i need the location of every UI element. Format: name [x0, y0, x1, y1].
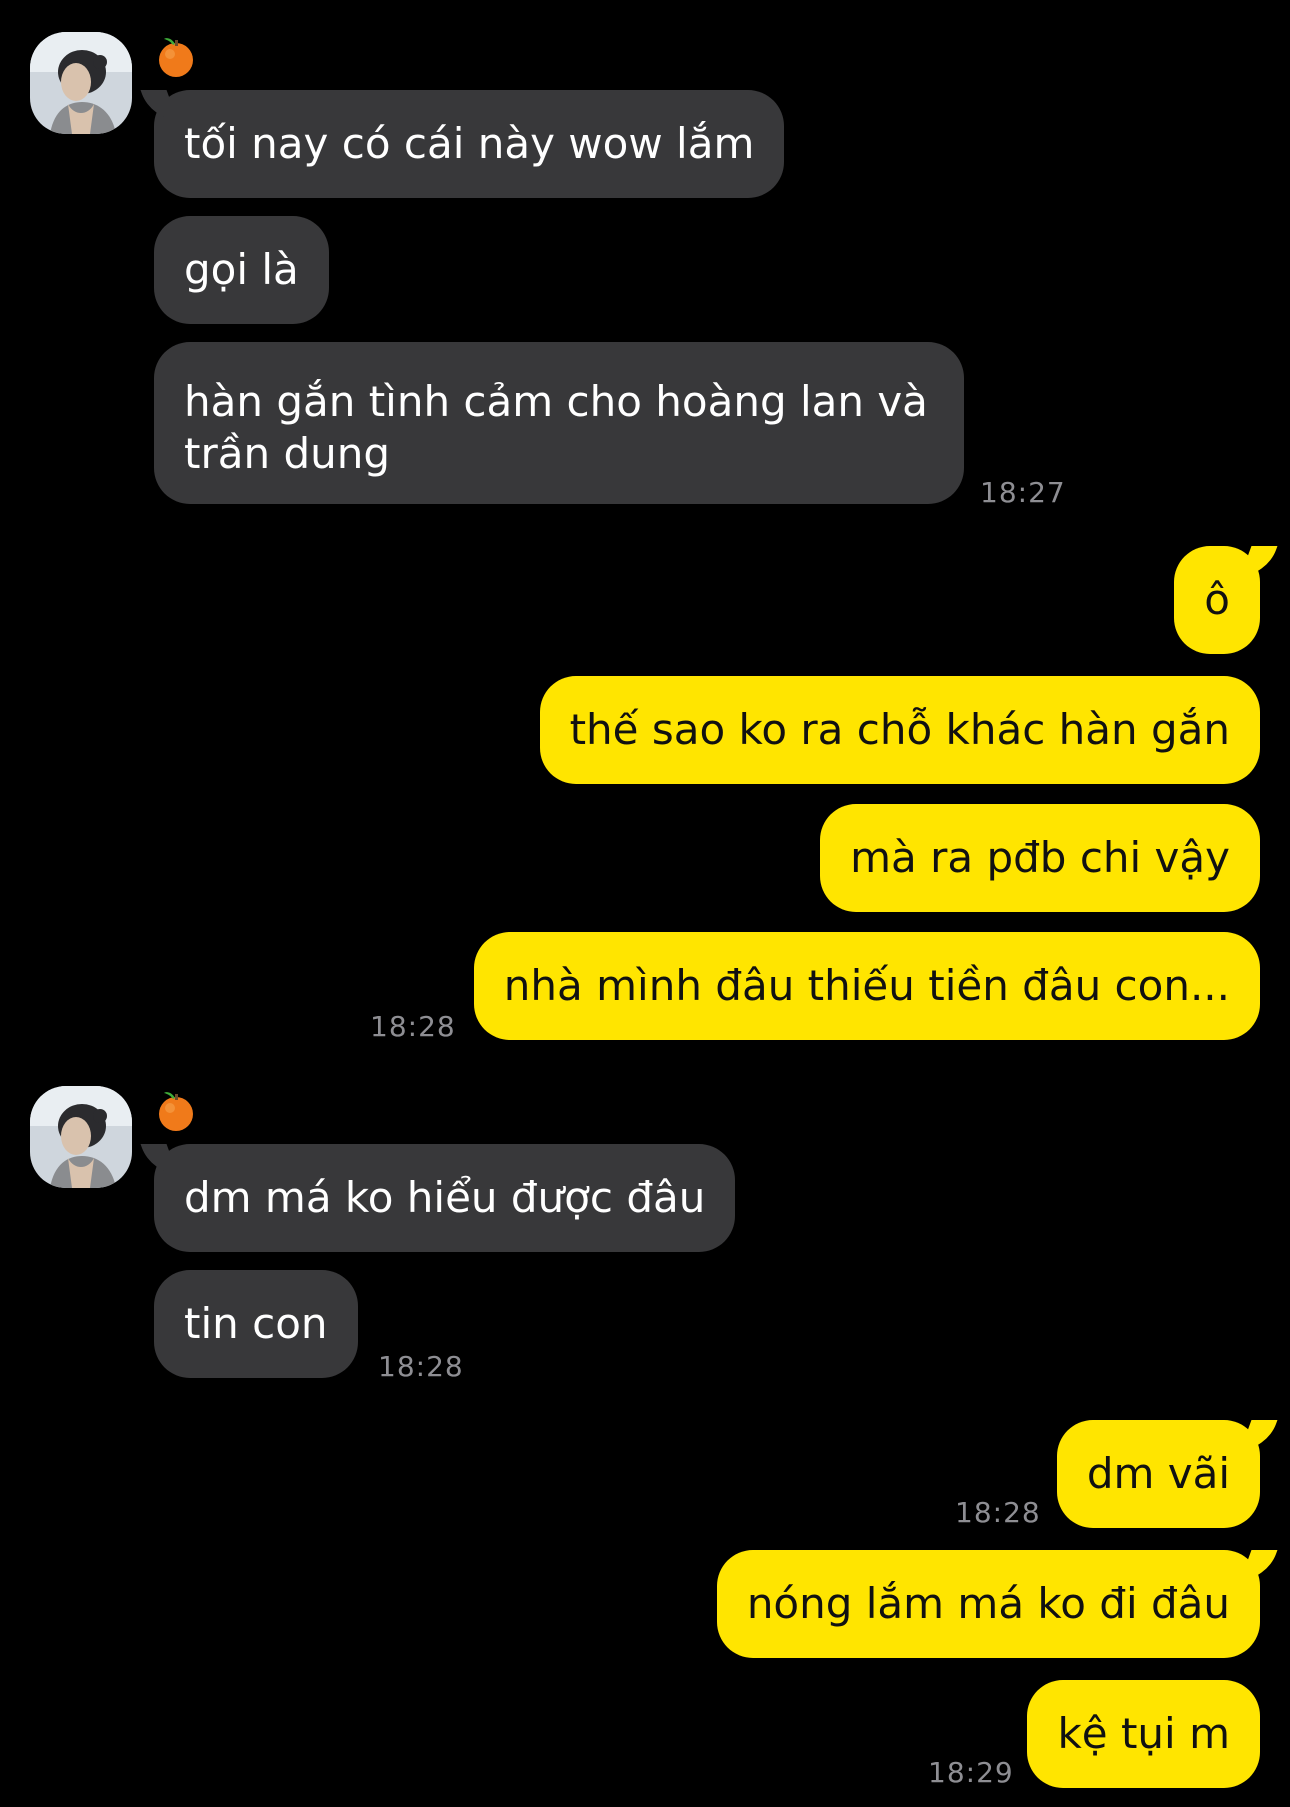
- message-bubble-outgoing[interactable]: nhà mình đâu thiếu tiền đâu con...: [473, 932, 1260, 1040]
- message-text: nóng lắm má ko đi đâu: [746, 1579, 1230, 1628]
- message-timestamp: 18:27: [980, 476, 1066, 509]
- bubble-tail: [1240, 546, 1278, 576]
- message-bubble-incoming[interactable]: tin con: [154, 1270, 358, 1378]
- message-timestamp: 18:29: [928, 1756, 1014, 1789]
- message-timestamp: 18:28: [370, 1010, 456, 1043]
- contact-avatar[interactable]: [30, 32, 132, 134]
- message-text: ô: [1204, 575, 1230, 624]
- message-bubble-outgoing[interactable]: kệ tụi m: [1027, 1680, 1260, 1788]
- tangerine-icon: [156, 34, 196, 78]
- message-text: dm má ko hiểu được đâu: [184, 1173, 706, 1222]
- profile-photo-avatar-icon: [30, 32, 132, 134]
- message-text: tin con: [184, 1299, 328, 1348]
- profile-photo-avatar-icon: [30, 1086, 132, 1188]
- message-bubble-outgoing[interactable]: dm vãi: [1056, 1420, 1260, 1528]
- message-text: tối nay có cái này wow lắm: [184, 119, 755, 168]
- message-text: dm vãi: [1086, 1449, 1230, 1498]
- message-text: nhà mình đâu thiếu tiền đâu con...: [503, 961, 1230, 1010]
- bubble-tail: [1240, 1550, 1278, 1580]
- message-text: mà ra pđb chi vậy: [850, 833, 1230, 882]
- message-timestamp: 18:28: [955, 1496, 1041, 1529]
- contact-avatar[interactable]: [30, 1086, 132, 1188]
- tangerine-icon: [156, 1088, 196, 1132]
- message-bubble-incoming[interactable]: tối nay có cái này wow lắm: [154, 90, 785, 198]
- message-bubble-incoming[interactable]: hàn gắn tình cảm cho hoàng lan và trần d…: [154, 342, 964, 504]
- message-bubble-outgoing[interactable]: thế sao ko ra chỗ khác hàn gắn: [539, 676, 1260, 784]
- bubble-tail: [1240, 1420, 1278, 1450]
- message-text: hàn gắn tình cảm cho hoàng lan và trần d…: [184, 377, 928, 478]
- message-bubble-outgoing[interactable]: mà ra pđb chi vậy: [820, 804, 1260, 912]
- message-bubble-incoming[interactable]: gọi là: [154, 216, 329, 324]
- message-bubble-incoming[interactable]: dm má ko hiểu được đâu: [154, 1144, 736, 1252]
- message-text: kệ tụi m: [1057, 1709, 1230, 1758]
- message-bubble-outgoing[interactable]: nóng lắm má ko đi đâu: [716, 1550, 1260, 1658]
- message-text: thế sao ko ra chỗ khác hàn gắn: [569, 705, 1230, 754]
- message-text: gọi là: [184, 245, 299, 294]
- message-timestamp: 18:28: [378, 1350, 464, 1383]
